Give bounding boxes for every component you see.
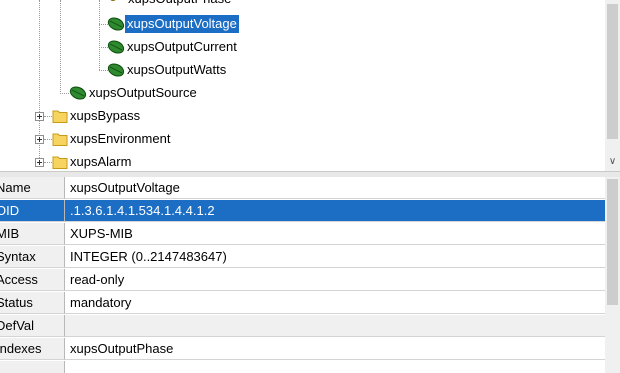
folder-icon <box>52 110 68 123</box>
table-row-oid[interactable]: OID .1.3.6.1.4.1.534.1.4.4.1.2 <box>0 200 605 223</box>
tree-item-xupsoutputsource[interactable]: xupsOutputSource <box>0 83 300 103</box>
tree-item-xupsoutputvoltage[interactable]: xupsOutputVoltage <box>0 14 300 34</box>
property-name: Access <box>0 269 65 291</box>
tree-item-label: xupsOutputVoltage <box>125 15 239 33</box>
table-row-name[interactable]: Name xupsOutputVoltage <box>0 177 605 200</box>
properties-scrollbar[interactable] <box>605 177 620 373</box>
table-row-defval[interactable]: DefVal <box>0 315 605 338</box>
leaf-icon <box>69 86 87 100</box>
property-value <box>65 361 605 373</box>
leaf-icon <box>107 40 125 54</box>
property-value: xupsOutputPhase <box>65 338 605 360</box>
property-value: INTEGER (0..2147483647) <box>65 246 605 268</box>
property-name: MIB <box>0 223 65 245</box>
property-value: read-only <box>65 269 605 291</box>
tree-folder-xupsbypass[interactable]: xupsBypass <box>0 106 300 126</box>
folder-icon <box>52 133 68 146</box>
tree-item-label: xupsAlarm <box>70 154 132 169</box>
property-value: xupsOutputVoltage <box>65 177 605 199</box>
folder-icon <box>52 156 68 169</box>
expand-icon[interactable] <box>35 158 44 167</box>
tree-item-label: xupsOutputPhase <box>126 0 233 8</box>
table-row-indexes[interactable]: Indexes xupsOutputPhase <box>0 338 605 361</box>
property-name: Syntax <box>0 246 65 268</box>
property-value: .1.3.6.1.4.1.534.1.4.4.1.2 <box>65 200 605 222</box>
tree-connector <box>60 93 69 94</box>
tree-connector <box>44 162 52 163</box>
property-name: Indexes <box>0 338 65 360</box>
tree-folder-xupsenvironment[interactable]: xupsEnvironment <box>0 129 300 149</box>
key-leaf-icon <box>110 0 116 1</box>
leaf-icon <box>107 63 125 77</box>
tree-connector <box>44 116 52 117</box>
leaf-icon <box>107 17 125 31</box>
table-row-mib[interactable]: MIB XUPS-MIB <box>0 223 605 246</box>
table-row <box>0 361 605 373</box>
tree-item-label: xupsBypass <box>70 108 141 123</box>
tree-item-xupsoutputcurrent[interactable]: xupsOutputCurrent <box>0 37 300 57</box>
property-name: DefVal <box>0 315 65 337</box>
scroll-down-icon[interactable]: ∨ <box>605 154 620 169</box>
property-name: Status <box>0 292 65 314</box>
tree-item-label: xupsOutputSource <box>89 85 197 100</box>
tree-connector <box>44 139 52 140</box>
property-name: OID <box>0 200 65 222</box>
property-value: mandatory <box>65 292 605 314</box>
property-name <box>0 361 65 373</box>
tree-item-label: xupsOutputWatts <box>127 62 227 77</box>
tree-folder-xupsalarm[interactable]: xupsAlarm <box>0 152 300 171</box>
expand-icon[interactable] <box>35 135 44 144</box>
table-row-syntax[interactable]: Syntax INTEGER (0..2147483647) <box>0 246 605 269</box>
property-value <box>65 315 605 337</box>
mib-tree[interactable]: xupsOutputPhase xupsOutputVoltage xupsOu… <box>0 0 605 171</box>
expand-icon[interactable] <box>35 112 44 121</box>
tree-item-label: xupsOutputCurrent <box>127 39 237 54</box>
property-name: Name <box>0 177 65 199</box>
property-value: XUPS-MIB <box>65 223 605 245</box>
scroll-thumb[interactable] <box>607 4 618 139</box>
tree-scrollbar[interactable]: ∨ <box>605 0 620 171</box>
table-row-status[interactable]: Status mandatory <box>0 292 605 315</box>
table-row-access[interactable]: Access read-only <box>0 269 605 292</box>
tree-item-partial[interactable]: xupsOutputPhase <box>0 0 300 9</box>
tree-item-label: xupsEnvironment <box>70 131 171 146</box>
properties-table[interactable]: Name xupsOutputVoltage OID .1.3.6.1.4.1.… <box>0 177 605 373</box>
tree-item-xupsoutputwatts[interactable]: xupsOutputWatts <box>0 60 300 80</box>
scroll-thumb[interactable] <box>607 179 618 305</box>
